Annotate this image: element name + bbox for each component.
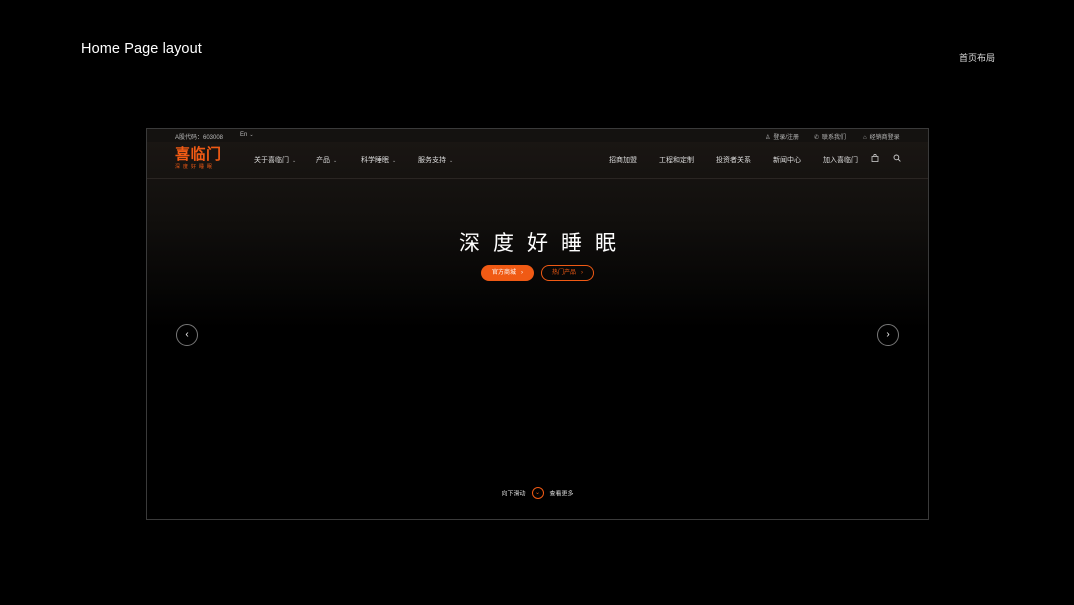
logo-wordmark: 喜临门	[175, 145, 222, 163]
see-more-label: 查看更多	[549, 491, 574, 498]
chevron-down-icon: ⌄	[333, 158, 338, 164]
brand-logo[interactable]: 喜临门 深度好睡眠	[175, 145, 222, 171]
carousel-next-button[interactable]: ›	[877, 324, 899, 346]
chevron-left-icon: ‹	[185, 329, 189, 340]
presentation-title-cn: 首页布局	[959, 53, 996, 63]
chevron-right-icon: ›	[521, 270, 523, 276]
nav-item-label: 科学睡眠	[361, 157, 389, 164]
website-mockup: A股代码：603008 En ⌄ ♙ 登录/注册 ✆ 联系我们 ⌂ 经销商登录 喜临门 …	[146, 128, 929, 520]
nav-item-label: 服务支持	[418, 157, 446, 164]
nav-item-service[interactable]: 服务支持 ⌄	[418, 155, 453, 165]
lock-icon: ⌂	[863, 135, 867, 141]
chevron-right-icon: ›	[886, 329, 890, 340]
nav-item-franchise[interactable]: 招商加盟	[609, 155, 637, 165]
nav-item-label: 产品	[316, 157, 330, 164]
cart-icon[interactable]	[871, 153, 879, 164]
contact-us-label: 联系我们	[822, 135, 847, 141]
scroll-down-label: 向下滑动	[501, 491, 526, 498]
main-navbar: 喜临门 深度好睡眠 关于喜临门 ⌄ 产品 ⌄ 科学睡眠 ⌄ 服务支持 ⌄ 招商加盟 工程…	[147, 142, 928, 179]
dealer-login-label: 经销商登录	[869, 135, 900, 141]
login-register-label: 登录/注册	[773, 135, 800, 141]
chevron-down-icon: ⌄	[392, 158, 397, 164]
language-label: En	[240, 132, 248, 138]
dealer-login-link[interactable]: ⌂ 经销商登录	[863, 132, 900, 141]
chevron-down-icon: ⌄	[292, 158, 297, 164]
official-store-label: 官方商城	[491, 270, 516, 276]
logo-tagline: 深度好睡眠	[175, 164, 216, 170]
presentation-title: Home Page layout	[81, 41, 202, 57]
nav-item-engineering[interactable]: 工程和定制	[659, 155, 694, 165]
nav-item-news[interactable]: 新闻中心	[773, 155, 801, 165]
nav-item-label: 加入喜临门	[823, 157, 858, 164]
search-icon[interactable]	[893, 154, 901, 164]
chevron-right-icon: ›	[581, 270, 583, 276]
scroll-down-hint[interactable]: 向下滑动 ⌄ 查看更多	[147, 487, 928, 499]
nav-item-about[interactable]: 关于喜临门 ⌄	[254, 155, 296, 165]
language-switch[interactable]: En ⌄	[240, 132, 254, 138]
official-store-button[interactable]: 官方商城 ›	[481, 265, 534, 281]
nav-item-label: 新闻中心	[773, 157, 801, 164]
carousel-prev-button[interactable]: ‹	[176, 324, 198, 346]
chevron-down-icon: ⌄	[531, 487, 544, 499]
nav-item-products[interactable]: 产品 ⌄	[316, 155, 337, 165]
top-utility-bar: A股代码：603008 En ⌄ ♙ 登录/注册 ✆ 联系我们 ⌂ 经销商登录	[147, 129, 928, 142]
nav-item-label: 招商加盟	[609, 157, 637, 164]
nav-item-science-sleep[interactable]: 科学睡眠 ⌄	[361, 155, 396, 165]
hot-products-button[interactable]: 热门产品 ›	[541, 265, 594, 281]
chevron-down-icon: ⌄	[449, 158, 454, 164]
login-register-link[interactable]: ♙ 登录/注册	[765, 132, 799, 141]
nav-item-label: 投资者关系	[716, 157, 751, 164]
nav-item-join[interactable]: 加入喜临门	[823, 155, 858, 165]
phone-icon: ✆	[814, 135, 820, 141]
hero-title: 深度好睡眠	[459, 231, 629, 255]
chevron-down-icon: ⌄	[249, 132, 254, 138]
contact-us-link[interactable]: ✆ 联系我们	[814, 132, 846, 141]
nav-item-label: 工程和定制	[659, 157, 694, 164]
nav-item-investors[interactable]: 投资者关系	[716, 155, 751, 165]
user-icon: ♙	[765, 135, 771, 141]
nav-item-label: 关于喜临门	[254, 157, 289, 164]
hot-products-label: 热门产品	[551, 270, 576, 276]
stock-code: A股代码：603008	[175, 135, 224, 141]
